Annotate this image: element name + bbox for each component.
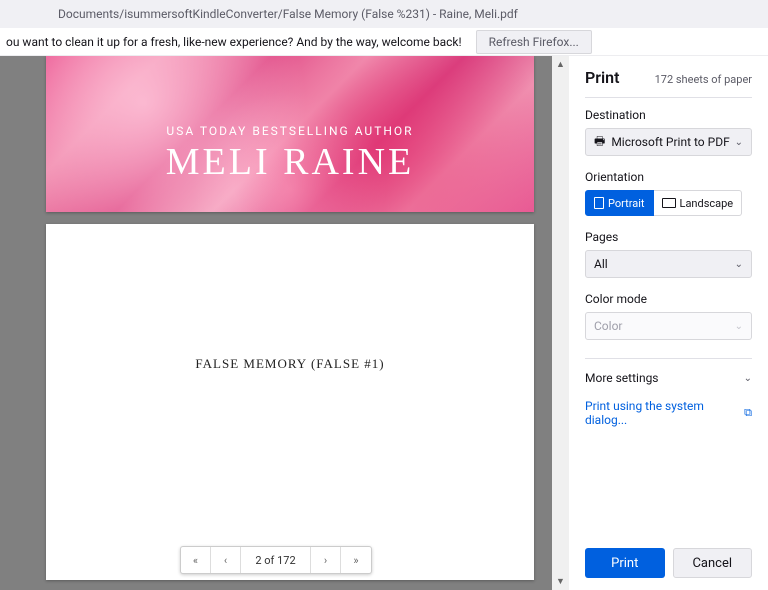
destination-select[interactable]: 🖶 Microsoft Print to PDF ⌄ (585, 128, 752, 156)
portrait-button[interactable]: Portrait (585, 190, 654, 216)
destination-value: Microsoft Print to PDF (611, 135, 729, 149)
destination-label: Destination (585, 108, 752, 122)
cancel-button[interactable]: Cancel (673, 548, 753, 578)
chevron-down-icon: ⌄ (735, 137, 743, 148)
print-button[interactable]: Print (585, 548, 665, 578)
color-mode-label: Color mode (585, 292, 752, 306)
preview-scrollbar[interactable]: ▲ ▼ (552, 56, 569, 590)
prev-page-button[interactable]: ‹ (211, 547, 241, 573)
scroll-down-icon[interactable]: ▼ (552, 573, 569, 590)
cover-tagline: USA TODAY BESTSELLING AUTHOR (46, 124, 534, 138)
preview-page-2: FALSE MEMORY (FALSE #1) (46, 224, 534, 580)
pages-value: All (594, 257, 608, 271)
cover-author: MELI RAINE (46, 140, 534, 184)
external-link-icon: ⧉ (744, 406, 752, 420)
color-mode-select[interactable]: Color ⌄ (585, 312, 752, 340)
print-preview: USA TODAY BESTSELLING AUTHOR MELI RAINE … (0, 56, 552, 590)
page-navigator: « ‹ 2 of 172 › » (180, 546, 372, 574)
color-mode-value: Color (594, 319, 622, 333)
book-cover-image: USA TODAY BESTSELLING AUTHOR MELI RAINE (46, 56, 534, 212)
next-page-button[interactable]: › (311, 547, 341, 573)
more-settings-toggle[interactable]: More settings ⌄ (585, 371, 752, 385)
content-area: USA TODAY BESTSELLING AUTHOR MELI RAINE … (0, 56, 768, 590)
section-divider (585, 358, 752, 359)
more-settings-label: More settings (585, 371, 659, 385)
landscape-button[interactable]: Landscape (654, 190, 743, 216)
pages-select[interactable]: All ⌄ (585, 250, 752, 278)
chevron-down-icon: ⌄ (735, 259, 743, 270)
tab-title: Documents/isummersoftKindleConverter/Fal… (58, 7, 518, 21)
book-title: FALSE MEMORY (FALSE #1) (46, 356, 534, 372)
notification-text: ou want to clean it up for a fresh, like… (6, 35, 462, 49)
page-indicator: 2 of 172 (241, 547, 311, 573)
chevron-down-icon: ⌄ (744, 373, 752, 384)
print-dialog-title: Print (585, 68, 620, 87)
tab-bar: Documents/isummersoftKindleConverter/Fal… (0, 0, 768, 28)
refresh-notification: ou want to clean it up for a fresh, like… (0, 28, 768, 56)
first-page-button[interactable]: « (181, 547, 211, 573)
orientation-group: Portrait Landscape (585, 190, 752, 216)
portrait-icon (594, 197, 604, 209)
chevron-down-icon: ⌄ (735, 321, 743, 332)
pages-label: Pages (585, 230, 752, 244)
orientation-label: Orientation (585, 170, 752, 184)
print-panel: Print 172 sheets of paper Destination 🖶 … (569, 56, 768, 590)
last-page-button[interactable]: » (341, 547, 371, 573)
preview-page-1: USA TODAY BESTSELLING AUTHOR MELI RAINE (46, 56, 534, 212)
printer-icon: 🖶 (594, 132, 605, 153)
scroll-up-icon[interactable]: ▲ (552, 56, 569, 73)
system-dialog-link[interactable]: Print using the system dialog... (585, 399, 744, 427)
landscape-icon (662, 198, 676, 208)
sheet-count: 172 sheets of paper (655, 73, 752, 86)
refresh-firefox-button[interactable]: Refresh Firefox... (476, 30, 592, 54)
